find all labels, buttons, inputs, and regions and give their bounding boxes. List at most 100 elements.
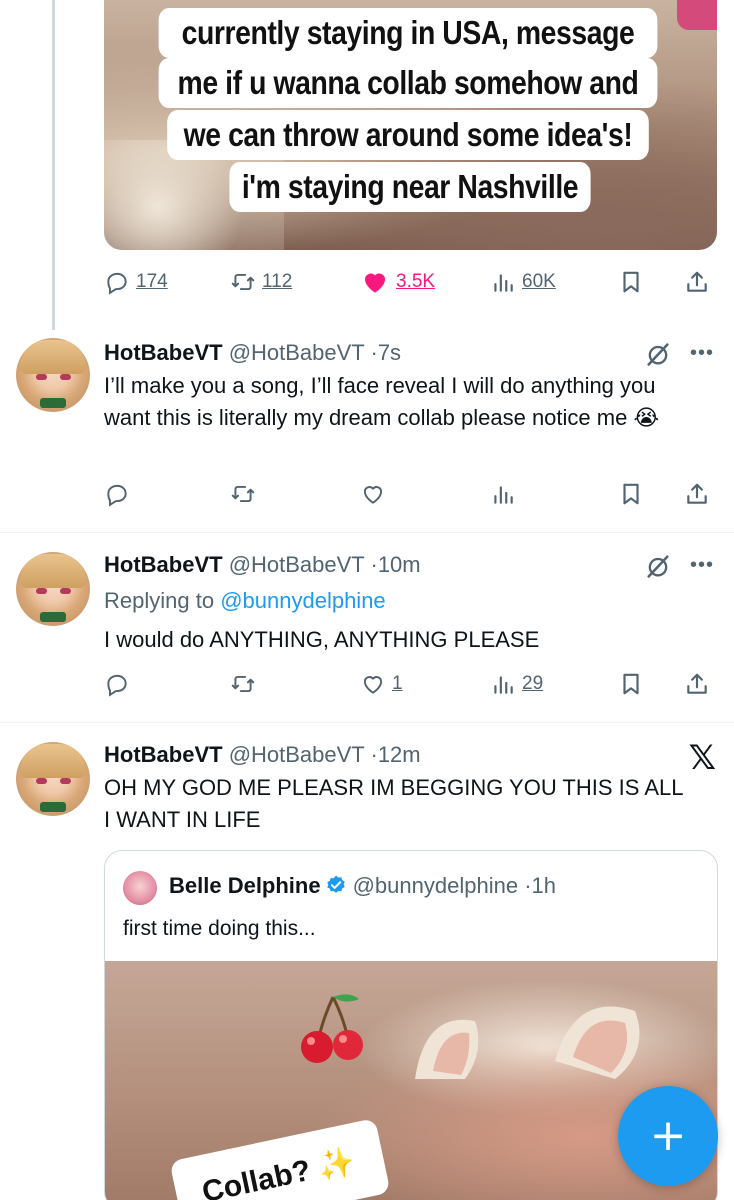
tweet-text: I would do ANYTHING, ANYTHING PLEASE [104, 627, 540, 652]
bookmark-button[interactable] [618, 474, 644, 514]
views-icon [490, 269, 516, 295]
avatar-eye [36, 778, 47, 784]
bookmark-button[interactable] [618, 262, 644, 302]
share-button[interactable] [684, 262, 710, 302]
separator-dot: · [370, 340, 378, 365]
action-bar: 1 29 [104, 664, 716, 704]
cat-ears-headband [415, 1006, 640, 1079]
grok-icon[interactable] [644, 340, 672, 368]
avatar-eye [60, 374, 71, 380]
tweet-header: HotBabeVT @HotBabeVT ·12m [104, 742, 421, 768]
separator-dot: · [370, 742, 378, 767]
share-button[interactable] [684, 474, 710, 514]
display-name[interactable]: HotBabeVT [104, 552, 223, 577]
view-count: 29 [522, 673, 544, 694]
like-button[interactable]: 3.5K [360, 262, 435, 302]
tweet-media-image[interactable]: currently staying in USA, message me if … [104, 0, 717, 250]
bookmark-icon [618, 671, 644, 697]
timestamp[interactable]: 12m [378, 742, 421, 767]
reply-icon [104, 269, 130, 295]
replying-to-label: Replying to [104, 588, 215, 613]
media-sticker-collab: Collab? ✨ [169, 1117, 391, 1200]
avatar[interactable] [16, 338, 90, 412]
grok-icon[interactable] [644, 552, 672, 580]
avatar-eye [60, 588, 71, 594]
avatar-hair [20, 554, 86, 588]
views-icon [490, 481, 516, 507]
reply-count: 174 [136, 271, 168, 292]
timestamp[interactable]: 10m [378, 552, 421, 577]
timestamp[interactable]: 7s [378, 340, 401, 365]
action-bar [104, 474, 716, 514]
username[interactable]: @HotBabeVT [229, 742, 365, 767]
retweet-icon [230, 269, 256, 295]
quoted-tweet-header: Belle Delphine @bunnydelphine ·1h [169, 873, 556, 899]
compose-plus-icon: + [649, 1110, 687, 1161]
username[interactable]: @HotBabeVT [229, 552, 365, 577]
share-button[interactable] [684, 664, 710, 704]
tweet-text: I’ll make you a song, I’ll face reveal I… [104, 373, 660, 430]
replying-to-handle[interactable]: @bunnydelphine [220, 588, 385, 613]
avatar-bow [40, 802, 66, 812]
views-button[interactable]: 29 [490, 664, 543, 704]
display-name[interactable]: HotBabeVT [104, 340, 223, 365]
cherry-icon [301, 994, 363, 1063]
avatar-eye [36, 588, 47, 594]
avatar-bow [40, 612, 66, 622]
views-icon [490, 671, 516, 697]
divider [0, 722, 734, 723]
avatar[interactable] [16, 552, 90, 626]
reply-button[interactable]: 174 [104, 262, 168, 302]
quoted-tweet-text: first time doing this... [123, 917, 316, 940]
like-button[interactable]: 1 [360, 664, 403, 704]
reply-icon [104, 671, 130, 697]
separator-dot: · [524, 873, 532, 898]
separator-dot: · [370, 552, 378, 577]
view-count: 60K [522, 271, 556, 292]
display-name[interactable]: HotBabeVT [104, 742, 223, 767]
retweet-icon [230, 671, 256, 697]
heart-icon [360, 671, 386, 697]
divider [0, 532, 734, 533]
retweet-count: 112 [262, 271, 293, 292]
retweet-icon [230, 481, 256, 507]
replying-to: Replying to @bunnydelphine [104, 588, 386, 614]
tweet-header: HotBabeVT @HotBabeVT ·10m [104, 552, 421, 578]
reply-icon [104, 481, 130, 507]
bookmark-icon [618, 481, 644, 507]
like-count: 1 [392, 673, 403, 694]
like-count: 3.5K [396, 271, 436, 292]
avatar[interactable] [16, 742, 90, 816]
avatar-eye [36, 374, 47, 380]
more-icon[interactable]: ••• [690, 554, 714, 577]
timestamp[interactable]: 1h [532, 873, 556, 898]
verified-badge-icon [325, 874, 347, 896]
like-button[interactable] [360, 474, 386, 514]
share-icon [684, 269, 710, 295]
reply-button[interactable] [104, 664, 130, 704]
media-caption-line-4: i'm staying near Nashville [229, 162, 591, 212]
bookmark-button[interactable] [618, 664, 644, 704]
username[interactable]: @HotBabeVT [229, 340, 365, 365]
retweet-button[interactable] [230, 474, 256, 514]
action-bar: 174 112 3.5K 60K [104, 262, 716, 302]
username[interactable]: @bunnydelphine [353, 873, 518, 898]
avatar-eye [60, 778, 71, 784]
display-name[interactable]: Belle Delphine [169, 873, 321, 898]
views-button[interactable]: 60K [490, 262, 556, 302]
share-icon [684, 481, 710, 507]
avatar-hair [20, 744, 86, 778]
pink-accent [677, 0, 717, 30]
more-icon[interactable]: ••• [690, 342, 714, 365]
views-button[interactable] [490, 474, 516, 514]
reply-button[interactable] [104, 474, 130, 514]
avatar[interactable] [123, 871, 157, 905]
compose-button[interactable]: + [618, 1086, 718, 1186]
tweet-header: HotBabeVT @HotBabeVT ·7s [104, 340, 401, 366]
bookmark-icon [618, 269, 644, 295]
retweet-button[interactable] [230, 664, 256, 704]
avatar-hair [20, 340, 86, 374]
retweet-button[interactable]: 112 [230, 262, 292, 302]
heart-icon [360, 481, 386, 507]
media-caption-line-1: currently staying in USA, message [158, 8, 658, 58]
